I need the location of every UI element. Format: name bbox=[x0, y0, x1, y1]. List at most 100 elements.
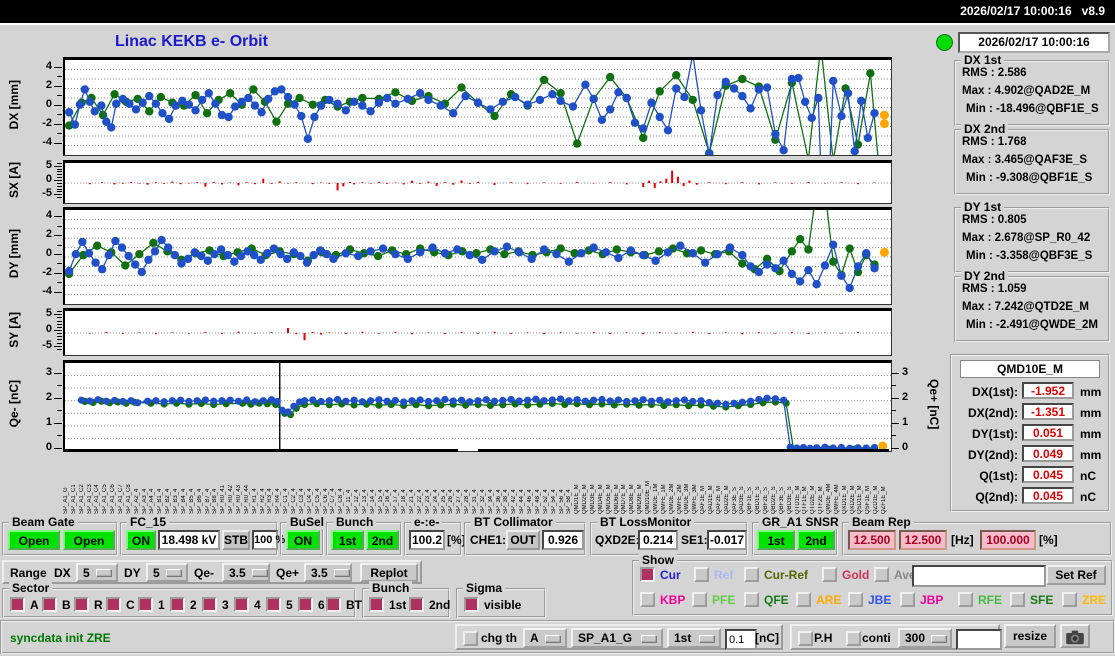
sector-select[interactable]: A bbox=[523, 628, 567, 648]
sector-checkbox-b[interactable] bbox=[42, 597, 57, 612]
show-checkbox-ref[interactable] bbox=[694, 567, 709, 582]
show-checkbox-sfe[interactable] bbox=[1010, 592, 1025, 607]
sector-checkbox-bt[interactable] bbox=[326, 597, 341, 612]
range-qem-select[interactable]: 3.5 bbox=[222, 563, 270, 582]
fc15-on-button[interactable]: ON bbox=[126, 530, 156, 550]
range-label: Range bbox=[10, 566, 47, 580]
set-ref-button[interactable]: Set Ref bbox=[1046, 565, 1106, 585]
bunch-select[interactable]: 1st bbox=[667, 628, 721, 648]
axis-tick bbox=[57, 435, 62, 437]
bpm-select[interactable]: SP_A1_G bbox=[571, 628, 663, 648]
sx-chart bbox=[63, 160, 892, 204]
gr-2nd-button[interactable]: 2nd bbox=[797, 530, 835, 550]
axis-tick-label: 0 bbox=[45, 247, 52, 259]
range-dy-select[interactable]: 5 bbox=[146, 563, 188, 582]
axis-tick bbox=[54, 372, 62, 374]
range-dx-select[interactable]: 5 bbox=[76, 563, 118, 582]
timestamp-display: 2026/02/17 10:00:16 bbox=[958, 32, 1110, 53]
dx-axis-title: DX [mm] bbox=[7, 79, 21, 130]
bpm-label: SP_B5_4 bbox=[188, 488, 195, 514]
conti-checkbox[interactable] bbox=[846, 631, 861, 646]
bpm-label: SP_31_4 bbox=[472, 489, 478, 514]
bpm-label: SP_C2_4 bbox=[291, 488, 298, 514]
beam-gate-button-2[interactable]: Open bbox=[63, 530, 115, 550]
range-qep-select[interactable]: 3.5 bbox=[304, 563, 352, 582]
bpm-label: QMD5E_M bbox=[605, 484, 612, 514]
monitor-row-unit: mm bbox=[1080, 448, 1102, 462]
bpm-label: QBD3E_S bbox=[786, 486, 793, 514]
sy-axis-title: SY [A] bbox=[7, 312, 21, 348]
show-label: RFE bbox=[978, 592, 1002, 607]
monitor-row-value: 0.051 bbox=[1022, 424, 1074, 441]
bpm-label: SP_12_4 bbox=[354, 489, 360, 514]
bunch-select-checkbox-2nd[interactable] bbox=[409, 597, 424, 612]
camera-icon bbox=[1066, 630, 1084, 645]
threshold-unit: [nC] bbox=[755, 631, 779, 645]
sector-checkbox-r[interactable] bbox=[74, 597, 89, 612]
replot-button[interactable]: Replot bbox=[360, 563, 418, 582]
resize-button[interactable]: resize bbox=[1004, 624, 1056, 648]
bpm-label: SP_A1_C8 bbox=[125, 484, 132, 514]
show-checkbox-curref[interactable] bbox=[744, 567, 759, 582]
monitor-row-value: -1.351 bbox=[1022, 403, 1074, 420]
bpm-label: SP_23_4 bbox=[424, 489, 431, 514]
show-checkbox-ave10[interactable] bbox=[874, 567, 889, 582]
axis-tick bbox=[57, 182, 62, 184]
bpm-label: SP_C3_4 bbox=[298, 488, 305, 514]
bunch-1st-button[interactable]: 1st bbox=[331, 530, 364, 550]
axis-tick bbox=[891, 422, 899, 424]
sector-checkbox-a[interactable] bbox=[10, 597, 25, 612]
axis-tick bbox=[54, 142, 62, 144]
bpm-label: QWDE_2M bbox=[668, 483, 675, 514]
sector-checkbox-2[interactable] bbox=[170, 597, 185, 612]
beam-gate-button-1[interactable]: Open bbox=[8, 530, 60, 550]
sector-checkbox-6[interactable] bbox=[298, 597, 313, 612]
monitor-row-value: 0.045 bbox=[1022, 466, 1074, 483]
bunch-select-checkbox-1st[interactable] bbox=[369, 597, 384, 612]
stats-box-dx1: DX 1st RMS : 2.586 Max : 4.902@QAD2E_M M… bbox=[954, 53, 1110, 126]
show-checkbox-kbp[interactable] bbox=[640, 592, 655, 607]
stats-box-title: DY 2nd bbox=[961, 269, 1009, 283]
axis-tick bbox=[57, 191, 62, 193]
axis-tick-label: 5 bbox=[45, 307, 52, 320]
show-checkbox-qfe[interactable] bbox=[744, 592, 759, 607]
show-checkbox-rfe[interactable] bbox=[958, 592, 973, 607]
conti-input[interactable] bbox=[956, 629, 1002, 650]
dx-chart bbox=[63, 57, 892, 156]
screenshot-button[interactable] bbox=[1060, 624, 1090, 648]
bunch-select-label: 2nd bbox=[429, 597, 451, 612]
show-checkbox-jbp[interactable] bbox=[900, 592, 915, 607]
show-checkbox-cur[interactable] bbox=[640, 567, 655, 582]
sector-checkbox-1[interactable] bbox=[138, 597, 153, 612]
monitor-row-value: -1.952 bbox=[1022, 382, 1074, 399]
axis-tick-label: 2 bbox=[45, 228, 52, 241]
sector-checkbox-4[interactable] bbox=[234, 597, 249, 612]
gr-1st-button[interactable]: 1st bbox=[757, 530, 795, 550]
show-checkbox-jbe[interactable] bbox=[848, 592, 863, 607]
bpm-label: QXD1E_M bbox=[841, 485, 848, 514]
bpm-label: SP_C4_4 bbox=[306, 488, 313, 514]
show-checkbox-are[interactable] bbox=[796, 592, 811, 607]
ph-checkbox[interactable] bbox=[798, 631, 813, 646]
show-checkbox-zre[interactable] bbox=[1062, 592, 1077, 607]
busel-on-button[interactable]: ON bbox=[286, 530, 320, 550]
sigma-group: Sigma visible bbox=[456, 581, 546, 618]
sector-checkbox-3[interactable] bbox=[202, 597, 217, 612]
axis-tick bbox=[54, 291, 62, 293]
threshold-input[interactable] bbox=[725, 629, 757, 650]
bpm-label: QZF1E_M bbox=[881, 486, 888, 514]
axis-tick bbox=[57, 225, 62, 227]
interval-select[interactable]: 300 bbox=[898, 628, 952, 648]
chg-th-checkbox[interactable] bbox=[463, 631, 478, 646]
status-bar: syncdata init ZRE chg th A SP_A1_G 1st [… bbox=[0, 620, 1115, 654]
sector-checkbox-5[interactable] bbox=[266, 597, 281, 612]
axis-tick-label: 2 bbox=[45, 390, 52, 403]
show-checkbox-pfe[interactable] bbox=[692, 592, 707, 607]
sector-checkbox-c[interactable] bbox=[106, 597, 121, 612]
set-ref-input[interactable] bbox=[912, 565, 1046, 587]
stats-box-dy2: DY 2nd RMS : 1.059 Max : 7.242@QTD2E_M M… bbox=[954, 269, 1110, 342]
bunch-2nd-button[interactable]: 2nd bbox=[366, 530, 399, 550]
show-checkbox-gold[interactable] bbox=[822, 567, 837, 582]
axis-tick bbox=[54, 422, 62, 424]
sigma-checkbox-visible[interactable] bbox=[464, 597, 479, 612]
